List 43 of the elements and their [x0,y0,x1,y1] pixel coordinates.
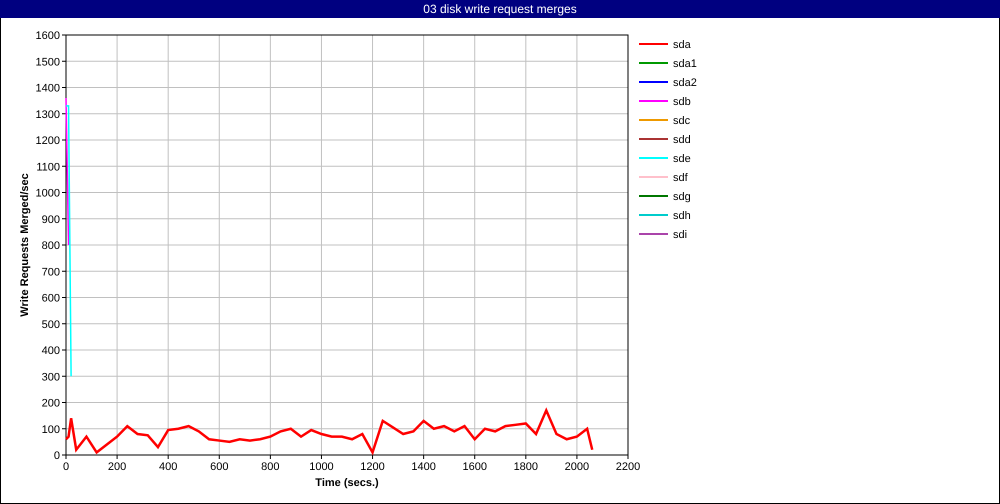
tick-label: 0 [54,450,60,462]
tick-label: 2200 [616,461,640,473]
legend-label: sdf [673,172,688,184]
legend-label: sdb [673,96,691,108]
legend-label: sdc [673,115,690,127]
axis-title: Time (secs.) [315,477,379,489]
tick-label: 600 [42,292,60,304]
tick-label: 2000 [564,461,590,473]
legend-label: sdh [673,210,691,222]
tick-label: 900 [42,214,60,226]
tick-label: 400 [159,461,178,473]
tick-label: 200 [108,461,126,473]
tick-label: 1200 [360,461,385,473]
tick-label: 0 [62,461,70,473]
chart-title: 03 disk write request merges [0,0,1000,18]
tick-label: 800 [42,240,60,252]
tick-label: 500 [42,318,60,331]
tick-label: 1200 [36,135,60,147]
tick-label: 1100 [36,161,60,174]
legend-label: sdd [673,134,691,146]
tick-label: 1800 [514,461,538,473]
legend-label: sdg [673,191,691,203]
legend-label: sde [673,153,691,165]
axis-title: Write Requests Merged/sec [19,173,31,317]
tick-label: 1600 [462,461,487,473]
tick-label: 1400 [36,82,60,94]
legend-label: sda1 [673,58,697,70]
tick-label: 1300 [36,108,60,121]
legend-label: sda [673,39,691,51]
tick-label: 100 [42,424,60,436]
tick-label: 200 [42,398,60,410]
tick-label: 1000 [36,188,60,200]
tick-label: 600 [210,461,228,473]
tick-label: 1400 [411,461,436,473]
tick-label: 400 [42,345,60,357]
tick-label: 800 [261,461,280,473]
legend-label: sda2 [673,77,697,89]
tick-label: 300 [42,371,60,384]
tick-label: 700 [42,266,60,278]
tick-label: 1000 [309,461,334,473]
legend-label: sdi [673,229,688,241]
tick-label: 1500 [36,56,60,68]
tick-label: 1600 [36,30,60,42]
